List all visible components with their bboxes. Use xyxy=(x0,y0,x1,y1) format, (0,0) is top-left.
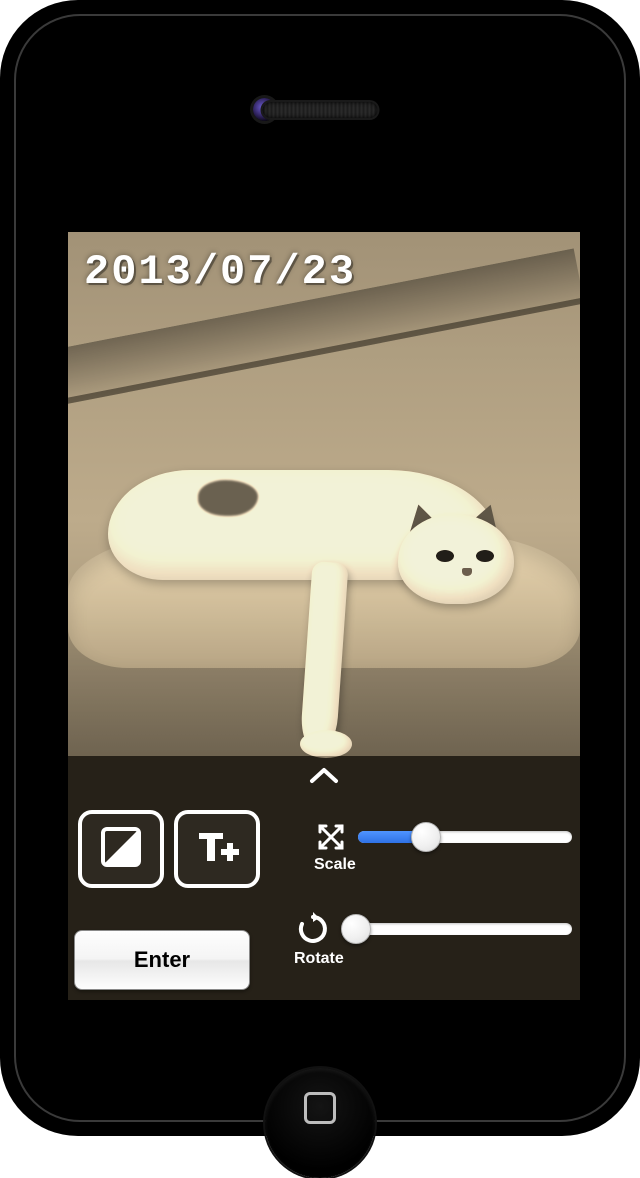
rotate-slider-group: Rotate xyxy=(296,912,572,968)
home-button-glyph xyxy=(304,1092,336,1124)
rotate-cw-icon xyxy=(296,912,330,946)
photo-cat-eye xyxy=(436,550,454,562)
device-frame: 2013/07/23 xyxy=(0,0,640,1136)
photo-cat-nose xyxy=(462,568,472,576)
filter-tool-button[interactable] xyxy=(78,810,164,888)
photo-cat-paw xyxy=(300,730,352,758)
collapse-panel-button[interactable] xyxy=(309,766,339,789)
photo-cat-eye xyxy=(476,550,494,562)
home-button xyxy=(265,1068,375,1178)
edit-controls-panel: Enter xyxy=(68,756,580,1000)
text-add-icon xyxy=(193,823,241,876)
date-stamp-overlay[interactable]: 2013/07/23 xyxy=(84,248,356,296)
rotate-slider[interactable] xyxy=(342,914,572,944)
rotate-slider-label: Rotate xyxy=(294,950,572,968)
app-screen: 2013/07/23 xyxy=(68,232,580,1000)
chevron-up-icon xyxy=(309,771,339,788)
photo-cat-spot xyxy=(198,480,258,516)
expand-arrows-icon xyxy=(316,822,346,852)
earpiece-speaker xyxy=(263,102,378,118)
enter-button[interactable]: Enter xyxy=(74,930,250,990)
slider-thumb[interactable] xyxy=(411,822,441,852)
scale-slider-label: Scale xyxy=(314,856,572,874)
photo-cat-head xyxy=(398,514,514,604)
slider-track xyxy=(342,923,572,935)
photo-canvas[interactable] xyxy=(68,232,580,756)
filter-contrast-icon xyxy=(97,823,145,876)
scale-slider[interactable] xyxy=(358,822,572,852)
scale-slider-group: Scale xyxy=(316,822,572,874)
slider-thumb[interactable] xyxy=(341,914,371,944)
text-tool-button[interactable] xyxy=(174,810,260,888)
